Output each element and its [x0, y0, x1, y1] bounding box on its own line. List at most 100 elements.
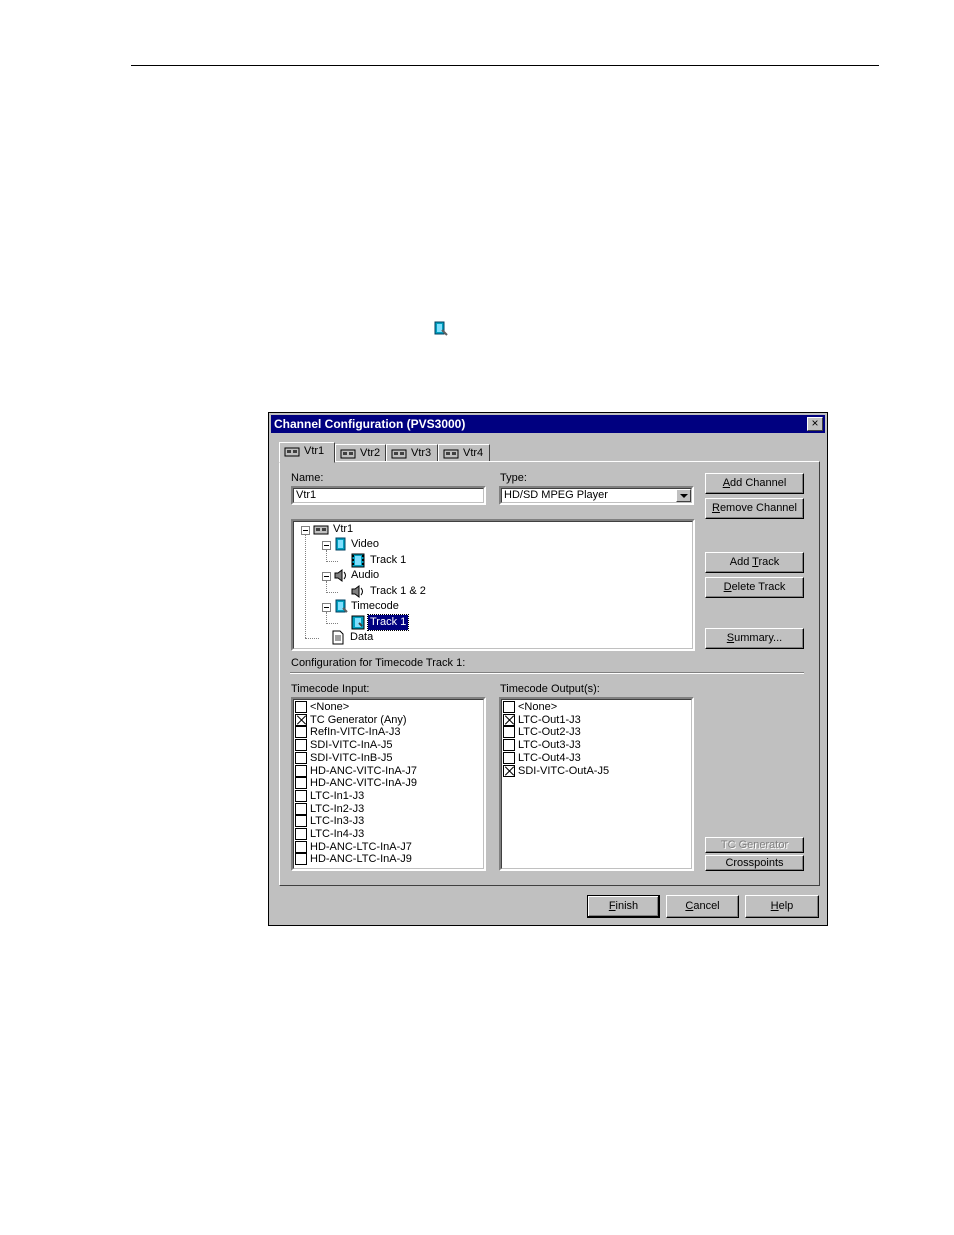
- timecode-output-list[interactable]: <None> LTC-Out1-J3 LTC-Out2-J3 LTC-Out3-J3 L…: [499, 697, 694, 871]
- timecode-icon: [335, 599, 348, 613]
- add-channel-button[interactable]: Add Channel: [705, 473, 804, 494]
- collapse-icon[interactable]: [322, 572, 331, 581]
- config-label: Configuration for Timecode Track 1:: [291, 657, 466, 669]
- name-field[interactable]: Vtr1: [291, 486, 486, 505]
- tree-line: [305, 533, 307, 638]
- checkbox[interactable]: [295, 802, 307, 815]
- crosspoints-button[interactable]: Crosspoints: [705, 855, 804, 871]
- delete-track-button[interactable]: Delete Track: [705, 577, 804, 598]
- vtr-icon: [443, 449, 459, 459]
- collapse-icon[interactable]: [322, 603, 331, 612]
- tc-generator-button[interactable]: TC Generator: [705, 837, 804, 853]
- timecode-output-item-label: LTC-Out3-J3: [518, 739, 581, 752]
- tree-line: [326, 623, 338, 625]
- tab-label: Vtr2: [360, 447, 381, 459]
- tree-label: Audio: [351, 569, 380, 581]
- separator: [290, 672, 804, 674]
- help-button[interactable]: Help: [745, 895, 819, 918]
- tree-label: Track 1: [366, 614, 410, 631]
- tree-label: Video: [351, 538, 379, 550]
- tab-label: Vtr3: [411, 447, 432, 459]
- timecode-input-list[interactable]: <None> TC Generator (Any) RefIn-VITC-InA-J…: [291, 697, 486, 871]
- timecode-output-label: Timecode Output(s):: [500, 683, 600, 695]
- checkbox-checked[interactable]: [503, 713, 515, 726]
- dialog-title: Channel Configuration (PVS3000): [274, 417, 466, 431]
- summary-button[interactable]: Summary...: [705, 628, 804, 649]
- timecode-input-item-label: <None>: [310, 701, 350, 713]
- checkbox-checked[interactable]: [295, 713, 307, 726]
- timecode-input-item-label: SDI-VITC-InA-J5: [310, 739, 393, 752]
- name-label: Name:: [291, 472, 324, 484]
- timecode-input-label: Timecode Input:: [291, 683, 370, 695]
- checkbox[interactable]: [295, 853, 307, 866]
- page-top-rule: [131, 65, 879, 66]
- timecode-track-icon: [351, 615, 365, 630]
- tab-vtr4[interactable]: Vtr4: [438, 444, 490, 462]
- remove-channel-button[interactable]: Remove Channel: [705, 498, 804, 519]
- tab-vtr3[interactable]: Vtr3: [386, 444, 438, 462]
- add-track-button[interactable]: Add Track: [705, 552, 804, 573]
- timecode-output-item-label: <None>: [518, 701, 558, 713]
- channel-tree[interactable]: Vtr1 Video Track 1 Audio Track 1 & 2 Tim…: [291, 519, 695, 651]
- checkbox[interactable]: [295, 815, 307, 828]
- cancel-button[interactable]: Cancel: [666, 895, 739, 918]
- type-label: Type:: [500, 472, 527, 484]
- timecode-input-item-label: HD-ANC-LTC-InA-J7: [310, 840, 412, 853]
- chevron-down-icon[interactable]: [676, 489, 691, 502]
- tab-vtr2[interactable]: Vtr2: [335, 444, 386, 462]
- type-select[interactable]: HD/SD MPEG Player: [499, 486, 694, 505]
- checkbox[interactable]: [503, 751, 515, 764]
- timecode-input-item-label: RefIn-VITC-InA-J3: [310, 726, 401, 739]
- timecode-input-item-label: HD-ANC-VITC-InA-J7: [310, 764, 417, 777]
- tab-label: Vtr1: [304, 445, 325, 457]
- speaker-icon: [351, 585, 363, 598]
- timecode-input-item-label: SDI-VITC-InB-J5: [310, 751, 393, 764]
- timecode-icon: [434, 321, 448, 336]
- tree-label: Data: [350, 631, 374, 643]
- checkbox[interactable]: [295, 726, 307, 739]
- checkbox[interactable]: [295, 789, 307, 802]
- timecode-input-item-label: LTC-In4-J3: [310, 828, 365, 840]
- timecode-output-item-label: LTC-Out2-J3: [518, 726, 581, 739]
- speaker-icon: [334, 569, 346, 582]
- tab-vtr1[interactable]: Vtr1: [279, 442, 335, 463]
- dialog-titlebar: Channel Configuration (PVS3000) ×: [271, 415, 825, 433]
- vtr-icon: [340, 449, 356, 459]
- timecode-output-item-label: LTC-Out1-J3: [518, 713, 581, 726]
- timecode-output-item-label: LTC-Out4-J3: [518, 751, 581, 764]
- name-value: Vtr1: [296, 489, 317, 501]
- checkbox[interactable]: [295, 777, 307, 790]
- data-icon: [332, 630, 344, 645]
- timecode-output-item-label: SDI-VITC-OutA-J5: [518, 764, 610, 777]
- checkbox[interactable]: [295, 764, 307, 777]
- tree-line: [305, 638, 319, 640]
- checkbox-checked[interactable]: [503, 764, 515, 777]
- tab-label: Vtr4: [463, 447, 484, 459]
- collapse-icon[interactable]: [322, 541, 331, 550]
- vtr-icon: [313, 525, 329, 535]
- timecode-input-item-label: LTC-In3-J3: [310, 815, 365, 828]
- tree-line: [326, 561, 338, 563]
- timecode-input-item-label: LTC-In1-J3: [310, 789, 365, 802]
- checkbox[interactable]: [503, 739, 515, 752]
- vtr-icon: [284, 447, 300, 457]
- timecode-input-item-label: LTC-In2-J3: [310, 802, 365, 815]
- checkbox[interactable]: [295, 840, 307, 853]
- close-icon[interactable]: ×: [807, 417, 823, 431]
- checkbox[interactable]: [503, 701, 515, 713]
- checkbox[interactable]: [295, 828, 307, 840]
- tree-label: Vtr1: [333, 523, 354, 535]
- tree-label: Track 1 & 2: [370, 585, 426, 597]
- checkbox[interactable]: [295, 739, 307, 752]
- checkbox[interactable]: [295, 751, 307, 764]
- tree-line: [326, 592, 338, 594]
- tree-label: Timecode: [351, 600, 399, 612]
- vtr-icon: [391, 449, 407, 459]
- finish-button[interactable]: Finish: [587, 895, 660, 918]
- checkbox[interactable]: [503, 726, 515, 739]
- collapse-icon[interactable]: [301, 526, 310, 535]
- tree-label: Track 1: [370, 554, 407, 566]
- type-value: HD/SD MPEG Player: [504, 489, 608, 501]
- checkbox[interactable]: [295, 701, 307, 713]
- timecode-input-item-label: HD-ANC-LTC-InA-J9: [310, 853, 412, 866]
